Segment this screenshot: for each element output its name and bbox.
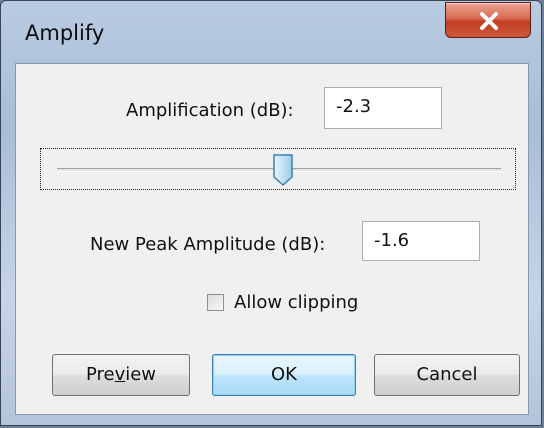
allow-clipping-checkbox[interactable] <box>207 294 224 311</box>
cancel-button[interactable]: Cancel <box>374 354 520 396</box>
amplification-input[interactable]: -2.3 <box>324 87 442 129</box>
dialog-content: Amplification (dB): -2.3 New Peak Amplit… <box>15 63 529 415</box>
preview-button[interactable]: Preview <box>52 354 190 396</box>
close-icon <box>480 12 498 30</box>
amplify-dialog: Amplify Amplification (dB): -2.3 New Pea <box>0 0 542 426</box>
amplification-slider[interactable] <box>40 148 516 190</box>
peak-amplitude-input[interactable]: -1.6 <box>362 221 480 261</box>
amplification-label: Amplification (dB): <box>126 100 294 121</box>
slider-thumb[interactable] <box>272 153 294 187</box>
close-button[interactable] <box>445 2 531 38</box>
ok-button[interactable]: OK <box>212 354 356 396</box>
peak-amplitude-label: New Peak Amplitude (dB): <box>90 234 326 255</box>
dialog-title: Amplify <box>25 21 105 45</box>
title-bar[interactable]: Amplify <box>1 1 541 61</box>
allow-clipping-label[interactable]: Allow clipping <box>234 292 358 313</box>
